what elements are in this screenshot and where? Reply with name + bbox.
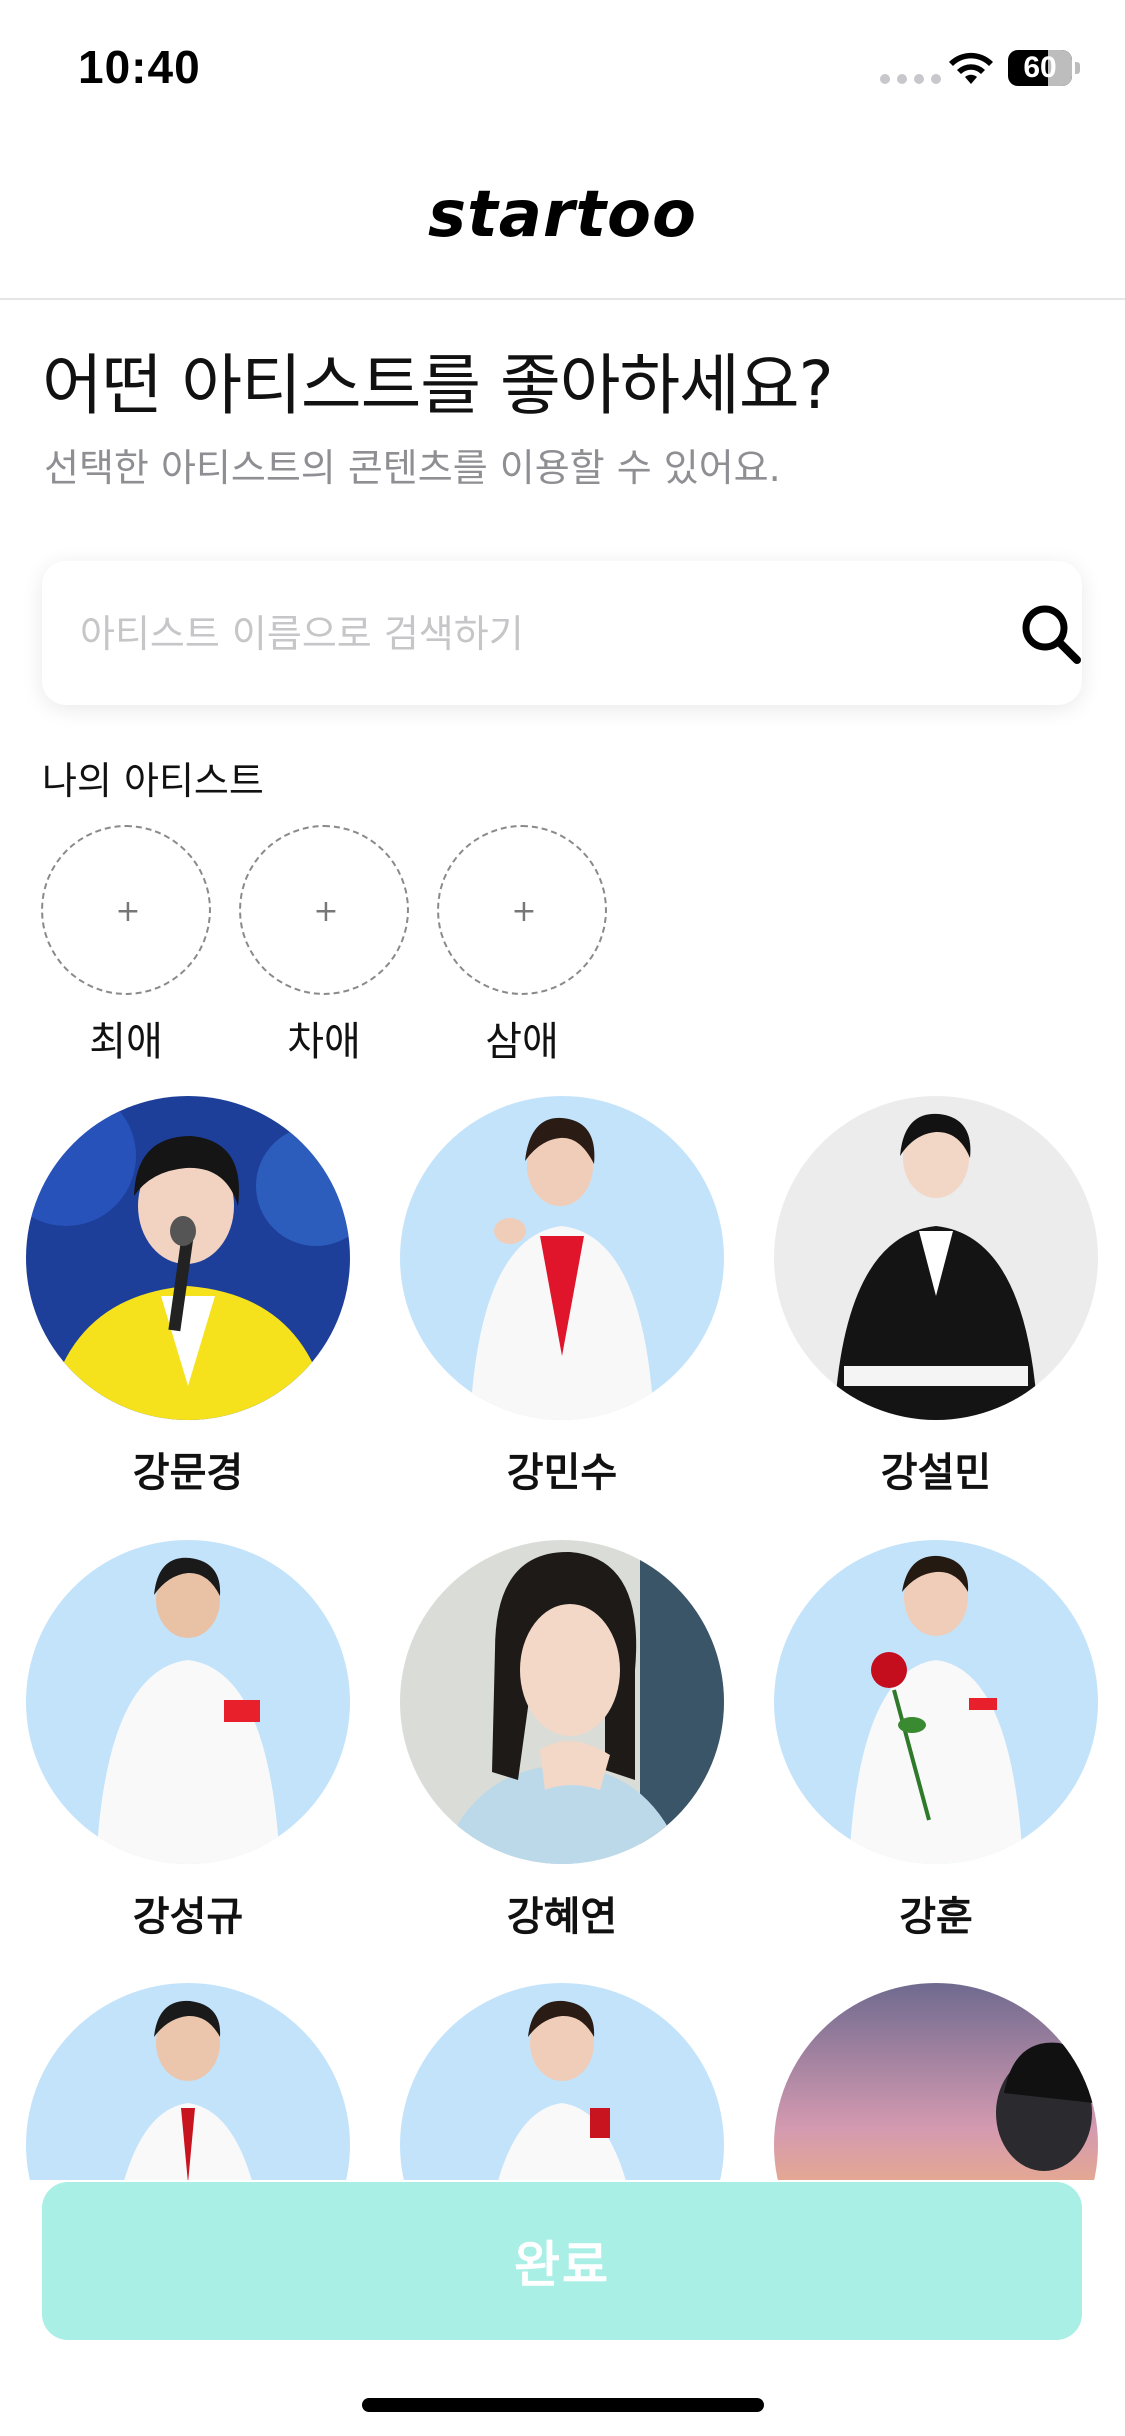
artist-name: 강성규 [132, 1894, 244, 1940]
search-icon[interactable] [1018, 601, 1084, 667]
page-subtitle: 선택한 아티스트의 콘텐츠를 이용할 수 있어요. [44, 446, 781, 490]
artist-name: 강민수 [506, 1450, 618, 1496]
status-bar: 10:40 60 [0, 0, 1125, 140]
slot-label: 차애 [287, 1019, 361, 1065]
artist-name: 강훈 [899, 1894, 973, 1940]
favorite-slot-2[interactable]: + 차애 [239, 825, 409, 1067]
battery-level: 60 [1023, 51, 1057, 84]
done-button[interactable]: 완료 [42, 2182, 1082, 2340]
app-header: startoo [0, 150, 1125, 300]
search-bar [42, 561, 1082, 705]
artist-card[interactable]: 강설민 [774, 1096, 1098, 1498]
favorite-slot-1[interactable]: + 최애 [41, 825, 211, 1067]
artist-avatar[interactable] [26, 1096, 350, 1420]
artist-card[interactable]: 강문경 [26, 1096, 350, 1498]
artist-name: 강문경 [132, 1450, 244, 1496]
favorite-slot-3[interactable]: + 삼애 [437, 825, 607, 1067]
slot-label: 삼애 [485, 1019, 559, 1065]
plus-icon: + [511, 894, 537, 929]
artist-card[interactable]: 강성규 [26, 1540, 350, 1942]
battery-icon: 60 [1008, 50, 1080, 86]
wifi-icon [949, 52, 993, 84]
empty-slot-circle[interactable]: + [239, 825, 409, 995]
slot-label: 최애 [89, 1019, 163, 1065]
artist-card[interactable]: 강민수 [400, 1096, 724, 1498]
artist-avatar[interactable] [400, 1096, 724, 1420]
artist-avatar[interactable] [774, 1540, 1098, 1864]
search-input[interactable] [78, 597, 962, 671]
cellular-signal-icon [880, 74, 941, 84]
empty-slot-circle[interactable]: + [437, 825, 607, 995]
home-indicator [362, 2398, 764, 2412]
my-artists-label: 나의 아티스트 [42, 759, 264, 803]
empty-slot-circle[interactable]: + [41, 825, 211, 995]
artist-avatar[interactable] [774, 1096, 1098, 1420]
status-time: 10:40 [78, 41, 201, 93]
artist-card[interactable]: 강훈 [774, 1540, 1098, 1942]
artist-name: 강혜연 [506, 1894, 618, 1940]
artist-avatar[interactable] [400, 1540, 724, 1864]
artist-card[interactable]: 강혜연 [400, 1540, 724, 1942]
app-logo: startoo [428, 178, 697, 252]
page-title: 어떤 아티스트를 좋아하세요? [42, 347, 834, 424]
artist-name: 강설민 [880, 1450, 992, 1496]
plus-icon: + [313, 894, 339, 929]
artist-avatar[interactable] [26, 1540, 350, 1864]
plus-icon: + [115, 894, 141, 929]
